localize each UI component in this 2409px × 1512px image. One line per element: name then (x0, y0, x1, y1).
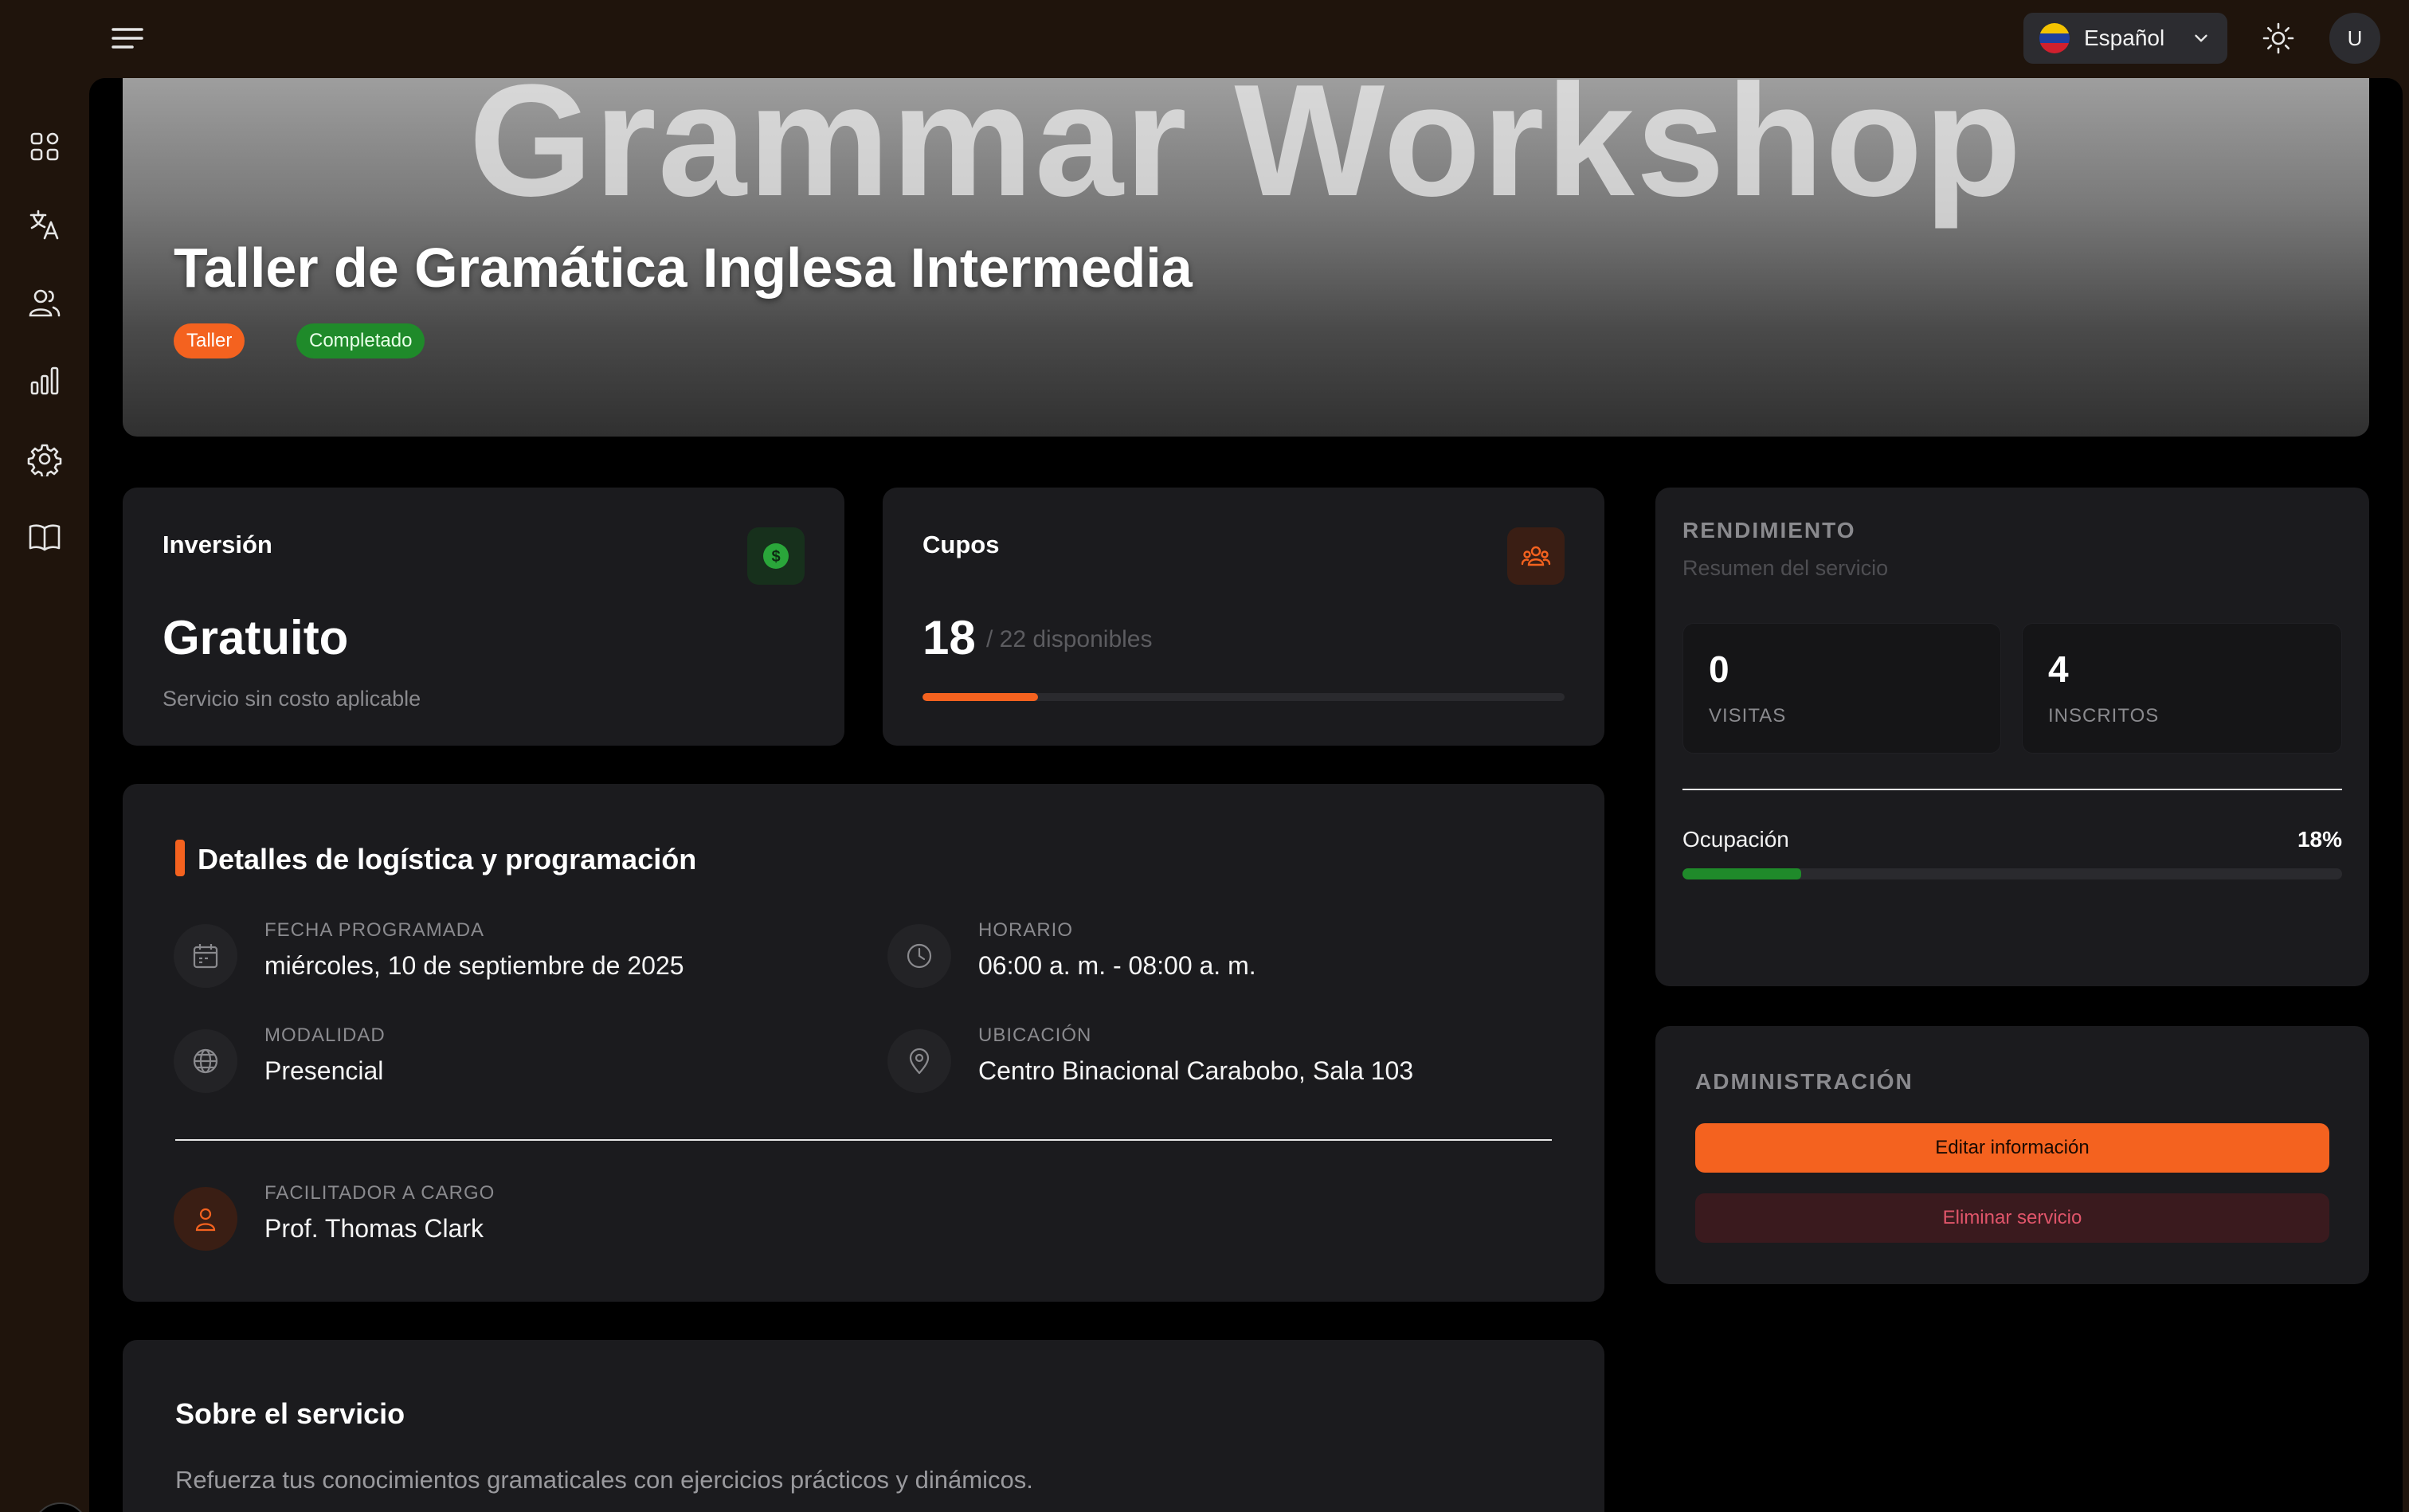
main-content: Grammar Workshop Taller de Gramática Ing… (89, 78, 2403, 1512)
visits-label: VISITAS (1709, 705, 1787, 727)
chevron-down-icon (2195, 34, 2207, 42)
performance-card: RENDIMIENTO Resumen del servicio 0 VISIT… (1655, 488, 2369, 986)
occupancy-label: Ocupación (1682, 827, 1789, 852)
date-value: miércoles, 10 de septiembre de 2025 (264, 951, 684, 980)
about-text: Refuerza tus conocimientos gramaticales … (175, 1466, 1033, 1494)
slots-label: Cupos (922, 531, 1000, 558)
sun-icon[interactable] (2259, 19, 2297, 57)
clock-icon (887, 924, 951, 988)
hero-image-text: Grammar Workshop (468, 78, 2023, 229)
users-icon[interactable] (27, 285, 62, 320)
translate-icon[interactable] (27, 207, 62, 242)
dollar-icon: $ (747, 527, 805, 585)
mode-value: Presencial (264, 1056, 384, 1085)
book-icon[interactable] (27, 519, 62, 554)
location-label: UBICACIÓN (978, 1024, 1092, 1046)
slots-progress (922, 693, 1565, 701)
schedule-label: HORARIO (978, 919, 1074, 941)
gear-icon[interactable] (27, 441, 62, 479)
hero-banner: Grammar Workshop Taller de Gramática Ing… (123, 78, 2369, 437)
svg-text:$: $ (771, 548, 780, 566)
top-bar: Español U (0, 0, 2409, 78)
next-logo-icon[interactable]: N (32, 1502, 89, 1512)
investment-card: Inversión $ Gratuito Servicio sin costo … (123, 488, 844, 746)
performance-subtitle: Resumen del servicio (1682, 556, 1889, 580)
slots-progress-fill (922, 693, 1039, 701)
location-value: Centro Binacional Carabobo, Sala 103 (978, 1056, 1414, 1085)
status-badge: Completado (296, 323, 425, 358)
logistics-card: Detalles de logística y programación FEC… (123, 784, 1604, 1302)
menu-icon[interactable] (108, 22, 147, 54)
group-icon (1507, 527, 1565, 585)
calendar-icon (174, 924, 237, 988)
visits-stat: 0 VISITAS (1682, 623, 2001, 754)
enrolled-stat: 4 INSCRITOS (2022, 623, 2342, 754)
accent-bar (175, 840, 185, 876)
schedule-value: 06:00 a. m. - 08:00 a. m. (978, 951, 1256, 980)
logistics-title: Detalles de logística y programación (198, 843, 697, 875)
enrolled-value: 4 (2048, 648, 2069, 690)
admin-title: ADMINISTRACIÓN (1695, 1069, 1913, 1094)
dashboard-icon[interactable] (27, 129, 62, 164)
mode-label: MODALIDAD (264, 1024, 386, 1046)
occupancy-progress-fill (1682, 868, 1802, 879)
bar-chart-icon[interactable] (27, 363, 62, 398)
investment-label: Inversión (163, 531, 272, 558)
about-title: Sobre el servicio (175, 1397, 405, 1430)
enrolled-label: INSCRITOS (2048, 705, 2160, 727)
facilitator-label: FACILITADOR A CARGO (264, 1182, 496, 1204)
about-card: Sobre el servicio Refuerza tus conocimie… (123, 1340, 1604, 1512)
divider (175, 1139, 1552, 1141)
avatar[interactable]: U (2329, 13, 2380, 64)
type-badge: Taller (174, 323, 245, 358)
delete-button[interactable]: Eliminar servicio (1695, 1193, 2329, 1243)
venezuela-flag-icon (2039, 23, 2070, 53)
slots-note: / 22 disponibles (986, 626, 1153, 652)
sidebar: N (0, 78, 89, 1512)
language-select[interactable]: Español (2023, 13, 2227, 64)
facilitator-value: Prof. Thomas Clark (264, 1214, 484, 1243)
slots-card: Cupos 18 / 22 disponibles (883, 488, 1604, 746)
occupancy-value: 18% (2297, 827, 2342, 852)
divider (1682, 789, 2342, 790)
investment-value: Gratuito (163, 611, 349, 664)
edit-button[interactable]: Editar información (1695, 1123, 2329, 1173)
visits-value: 0 (1709, 648, 1729, 690)
globe-icon (174, 1029, 237, 1093)
performance-title: RENDIMIENTO (1682, 518, 1856, 543)
location-pin-icon (887, 1029, 951, 1093)
admin-card: ADMINISTRACIÓN Editar información Elimin… (1655, 1026, 2369, 1284)
slots-value: 18 (922, 611, 976, 664)
language-label: Español (2084, 25, 2165, 50)
person-icon (174, 1187, 237, 1251)
page-title: Taller de Gramática Inglesa Intermedia (174, 237, 1193, 299)
date-label: FECHA PROGRAMADA (264, 919, 485, 941)
investment-note: Servicio sin costo aplicable (163, 687, 421, 711)
occupancy-progress (1682, 868, 2342, 879)
